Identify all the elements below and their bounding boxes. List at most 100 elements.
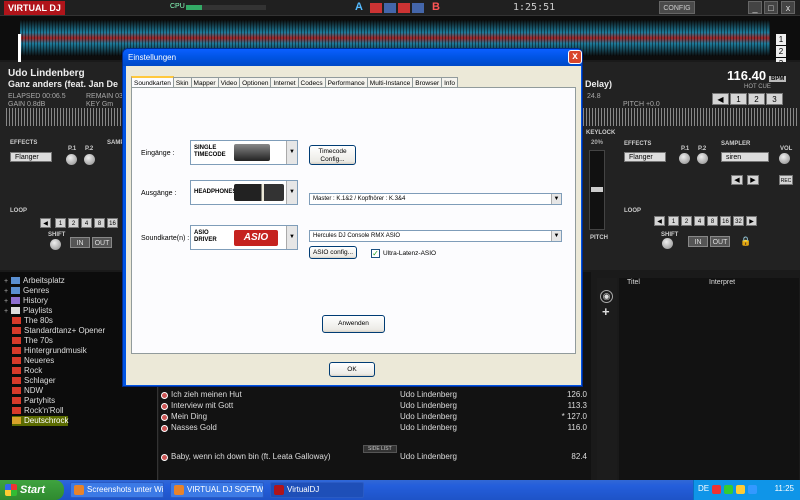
- inputs-dropdown-arrow[interactable]: ▼: [286, 141, 297, 164]
- tree-item[interactable]: + History: [4, 296, 48, 306]
- add-icon[interactable]: +: [602, 304, 610, 319]
- tray-app-icon[interactable]: [712, 485, 721, 494]
- close-button[interactable]: x: [781, 1, 795, 14]
- waveform-page-2[interactable]: 2: [776, 46, 786, 57]
- minimize-button[interactable]: _: [748, 1, 762, 14]
- left-loop-in-button[interactable]: IN: [70, 237, 90, 248]
- config-button[interactable]: CONFIG: [659, 1, 695, 14]
- left-loop-16[interactable]: 16: [107, 218, 118, 228]
- tree-item[interactable]: Deutschrock: [12, 416, 69, 426]
- right-loop-in-button[interactable]: IN: [688, 236, 708, 247]
- sampler-next-button[interactable]: ▶: [747, 175, 759, 185]
- right-effect-select[interactable]: Flanger: [624, 152, 666, 162]
- right-loop-out-button[interactable]: OUT: [710, 236, 730, 247]
- tree-item[interactable]: Standardtanz+ Opener: [12, 326, 105, 336]
- timecode-config-button[interactable]: Timecode Config...: [309, 145, 356, 165]
- keylock-label[interactable]: KEYLOCK: [586, 130, 615, 136]
- left-loop-8[interactable]: 8: [94, 218, 105, 228]
- deck-a-indicator[interactable]: A: [355, 1, 363, 13]
- soundcard-combo[interactable]: Hercules DJ Console RMX ASIO ▼: [309, 230, 562, 242]
- left-loop-out-button[interactable]: OUT: [92, 237, 112, 248]
- chevron-down-icon[interactable]: ▼: [551, 231, 561, 241]
- left-effect-select[interactable]: Flanger: [10, 152, 52, 162]
- song-row[interactable]: Interview mit Gott Udo Lindenberg 113.3: [159, 401, 591, 412]
- song-row[interactable]: Nasses Gold Udo Lindenberg 116.0: [159, 423, 591, 434]
- right-loop-16[interactable]: 16: [720, 216, 731, 226]
- deck-b-indicator[interactable]: B: [432, 1, 440, 13]
- tree-item[interactable]: The 70s: [12, 336, 53, 346]
- maximize-button[interactable]: □: [764, 1, 778, 14]
- right-loop-back[interactable]: ◀: [654, 216, 665, 226]
- left-loop-2[interactable]: 2: [68, 218, 79, 228]
- left-effect-knob-1[interactable]: [66, 154, 77, 165]
- outputs-combo[interactable]: Master : K.1&2 / Kopfhörer : K.3&4 ▼: [309, 193, 562, 205]
- asio-config-button[interactable]: ASIO config...: [309, 246, 357, 259]
- apply-button[interactable]: Anwenden: [322, 315, 385, 333]
- right-loop-1[interactable]: 1: [668, 216, 679, 226]
- sampler-rec-button[interactable]: REC: [779, 175, 793, 185]
- tree-item[interactable]: + Arbeitsplatz: [4, 276, 65, 286]
- task-vdj-software[interactable]: VIRTUAL DJ SOFTWA...: [170, 482, 264, 498]
- hot-cue-3[interactable]: 3: [766, 93, 783, 105]
- tree-item[interactable]: Rock'n'Roll: [12, 406, 64, 416]
- tree-item[interactable]: Partyhits: [12, 396, 55, 406]
- tree-item[interactable]: Neueres: [12, 356, 54, 366]
- right-effect-knob-1[interactable]: [679, 153, 690, 164]
- lock-icon[interactable]: 🔒: [740, 236, 751, 247]
- tray-network-icon[interactable]: [724, 485, 733, 494]
- hot-cue-1[interactable]: 1: [730, 93, 747, 105]
- left-shift-knob[interactable]: [50, 239, 61, 250]
- soundcard-selector-line2: DRIVER: [194, 237, 217, 243]
- tree-item[interactable]: The 80s: [12, 316, 53, 326]
- side-list-row[interactable]: Baby, wenn ich down bin (ft. Leata Gallo…: [159, 452, 591, 463]
- tree-item[interactable]: Hintergrundmusik: [12, 346, 87, 356]
- outputs-selector[interactable]: HEADPHONES ▼: [190, 180, 298, 205]
- hot-cue-2[interactable]: 2: [748, 93, 765, 105]
- right-sampler-select[interactable]: siren: [721, 152, 769, 162]
- right-shift-knob[interactable]: [662, 238, 673, 249]
- waveform-page-1[interactable]: 1: [776, 34, 786, 45]
- sampler-prev-button[interactable]: ◀: [731, 175, 743, 185]
- tree-item[interactable]: Schlager: [12, 376, 56, 386]
- ok-button[interactable]: OK: [329, 362, 375, 377]
- right-effect-knob-2[interactable]: [697, 153, 708, 164]
- soundcard-dropdown-arrow[interactable]: ▼: [286, 226, 297, 249]
- timecode-config-line1: Timecode: [318, 148, 347, 155]
- right-sampler-vol-knob[interactable]: [779, 153, 790, 164]
- ultra-latency-checkbox[interactable]: ✓: [371, 249, 380, 258]
- task-virtualdj[interactable]: VirtualDJ: [270, 482, 364, 498]
- inputs-selector[interactable]: SINGLE TIMECODE ▼: [190, 140, 298, 165]
- dialog-close-button[interactable]: x: [568, 50, 582, 64]
- language-indicator[interactable]: DE: [698, 484, 709, 493]
- right-loop-2[interactable]: 2: [681, 216, 692, 226]
- left-loop-back[interactable]: ◀: [40, 218, 51, 228]
- sidelist-col-title[interactable]: Titel: [627, 279, 640, 286]
- outputs-dropdown-arrow[interactable]: ▼: [286, 181, 297, 204]
- tray-security-icon[interactable]: [736, 485, 745, 494]
- sidelist-eye-icon[interactable]: ◉: [600, 290, 613, 303]
- sidelist-col-artist[interactable]: Interpret: [709, 279, 735, 286]
- tree-item[interactable]: + Genres: [4, 286, 49, 296]
- song-row[interactable]: Ich zieh meinen Hut Udo Lindenberg 126.0: [159, 390, 591, 401]
- task-screenshots[interactable]: Screenshots unter Wi...: [70, 482, 164, 498]
- right-loop-forward[interactable]: ▶: [746, 216, 757, 226]
- left-loop-1[interactable]: 1: [55, 218, 66, 228]
- tray-volume-icon[interactable]: [748, 485, 757, 494]
- expand-icon[interactable]: +: [4, 307, 11, 317]
- left-effect-knob-2[interactable]: [84, 154, 95, 165]
- song-row[interactable]: Mein Ding Udo Lindenberg * 127.0: [159, 412, 591, 423]
- hot-cue-menu[interactable]: ◀: [712, 93, 729, 105]
- tree-item[interactable]: NDW: [12, 386, 43, 396]
- start-button[interactable]: Start: [0, 480, 64, 500]
- tree-item[interactable]: + Playlists: [4, 306, 52, 316]
- right-loop-32[interactable]: 32: [733, 216, 744, 226]
- left-loop-4[interactable]: 4: [81, 218, 92, 228]
- pitch-slider[interactable]: [589, 150, 605, 230]
- chevron-down-icon[interactable]: ▼: [551, 194, 561, 204]
- right-loop-4[interactable]: 4: [694, 216, 705, 226]
- tree-item[interactable]: Rock: [12, 366, 42, 376]
- dialog-title[interactable]: Einstellungen: [123, 49, 582, 66]
- soundcard-selector[interactable]: ASIO DRIVER ASIO ▼: [190, 225, 298, 250]
- pitch-slider-handle[interactable]: [591, 187, 603, 192]
- right-loop-8[interactable]: 8: [707, 216, 718, 226]
